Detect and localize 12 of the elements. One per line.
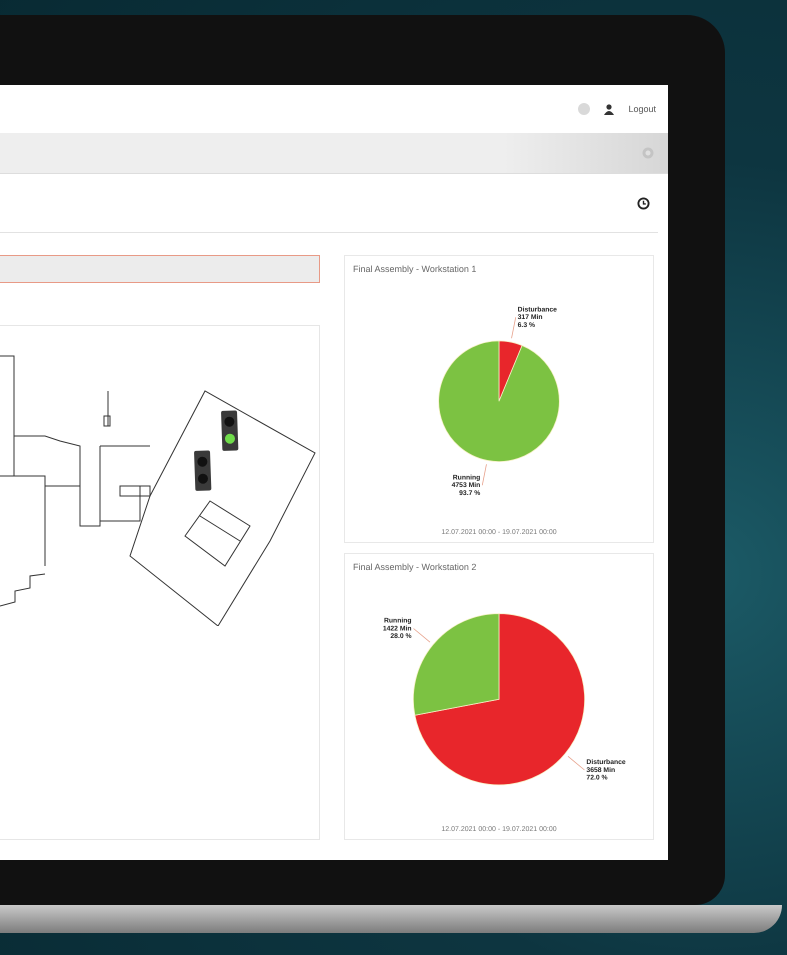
input-field[interactable]	[0, 255, 320, 283]
leader-line	[511, 316, 516, 339]
chart-title: Final Assembly - Workstation 1	[353, 264, 478, 274]
chart-title: Final Assembly - Workstation 2	[353, 562, 478, 572]
leader-line	[482, 464, 487, 486]
history-icon[interactable]	[637, 196, 650, 210]
leader-line	[568, 755, 585, 770]
traffic-light-icon[interactable]	[194, 450, 212, 491]
leader-line	[413, 628, 430, 642]
user-icon[interactable]	[604, 104, 614, 114]
logout-link[interactable]: Logout	[628, 104, 656, 114]
traffic-light-icon[interactable]	[221, 410, 238, 451]
